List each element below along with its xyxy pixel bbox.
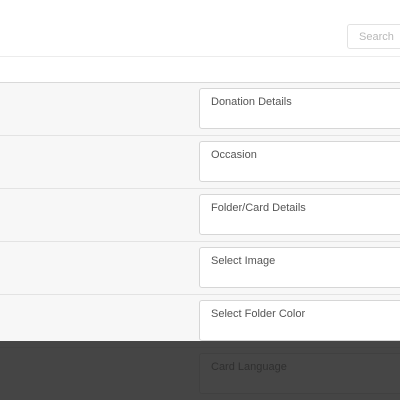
form-section-list: Donation Details Occasion Folder/Card De… bbox=[0, 83, 400, 400]
section-row-occasion: Occasion bbox=[0, 136, 400, 189]
section-row-donation-details: Donation Details bbox=[0, 83, 400, 136]
section-box-donation-details[interactable]: Donation Details bbox=[199, 88, 400, 129]
section-label: Folder/Card Details bbox=[211, 202, 306, 214]
section-box-folder-card-details[interactable]: Folder/Card Details bbox=[199, 194, 400, 235]
search-box[interactable] bbox=[347, 24, 400, 49]
section-row-card-language: Card Language bbox=[0, 348, 400, 400]
section-row-select-image: Select Image bbox=[0, 242, 400, 295]
section-label: Select Image bbox=[211, 255, 276, 267]
section-box-card-language[interactable]: Card Language bbox=[199, 353, 400, 394]
section-box-occasion[interactable]: Occasion bbox=[199, 141, 400, 182]
section-label: Occasion bbox=[211, 149, 257, 161]
section-label: Donation Details bbox=[211, 96, 292, 108]
page: Donation Details Occasion Folder/Card De… bbox=[0, 0, 400, 400]
section-row-folder-card-details: Folder/Card Details bbox=[0, 189, 400, 242]
section-header-strip bbox=[0, 57, 400, 83]
section-label: Card Language bbox=[211, 361, 287, 373]
section-box-select-image[interactable]: Select Image bbox=[199, 247, 400, 288]
top-bar bbox=[0, 0, 400, 57]
section-row-select-folder-color: Select Folder Color bbox=[0, 295, 400, 348]
search-input[interactable] bbox=[348, 25, 400, 48]
section-label: Select Folder Color bbox=[211, 308, 306, 320]
section-box-select-folder-color[interactable]: Select Folder Color bbox=[199, 300, 400, 341]
